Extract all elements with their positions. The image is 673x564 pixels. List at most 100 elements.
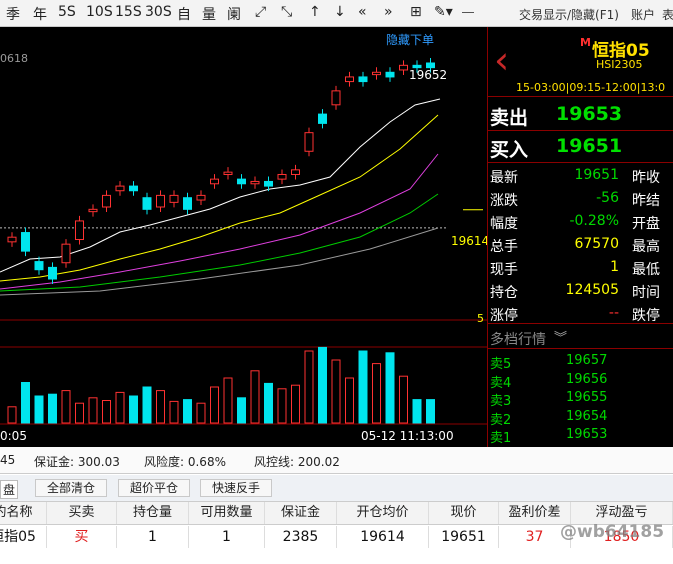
chevron-down-icon[interactable]: ︾ <box>554 327 567 346</box>
double-left-icon[interactable]: « <box>358 4 367 20</box>
candle <box>115 185 125 192</box>
candle <box>264 180 273 187</box>
back-arrow-icon[interactable]: ‹ <box>494 41 509 79</box>
candle <box>223 171 233 175</box>
close-all-button[interactable]: 全部清仓 <box>35 479 107 497</box>
volume-bar <box>291 384 300 424</box>
watermark: @wb64185 <box>560 522 665 542</box>
candle <box>426 62 435 69</box>
column-header[interactable]: 开仓均价 <box>337 502 429 524</box>
depth-label: 卖1 <box>490 431 512 446</box>
table-cell: 买 <box>47 526 117 548</box>
candle <box>21 232 30 252</box>
time-label-right: 05-12 11:13:00 <box>361 429 454 443</box>
volume-bar <box>61 390 71 424</box>
arrow-up-icon[interactable]: ↑ <box>309 4 321 20</box>
stat-label: 现手 <box>490 262 518 278</box>
candle <box>291 169 300 175</box>
kline-chart[interactable]: 隐藏下单 0618 19652 19614 5 0:05 05-12 11:13… <box>0 27 487 447</box>
sell-price[interactable]: 19653 <box>556 103 622 125</box>
table-cell: 19614 <box>337 526 429 548</box>
quick-reverse-button[interactable]: 快速反手 <box>200 479 272 497</box>
column-header[interactable]: 买卖 <box>47 502 117 524</box>
column-header[interactable]: 现价 <box>429 502 499 524</box>
account-fragment: 45 <box>0 453 16 467</box>
stat-label-right: 昨结 <box>632 193 660 209</box>
volume-bar <box>264 382 273 424</box>
custom-period-button[interactable]: 自 <box>177 4 191 24</box>
volume-bar <box>331 359 341 424</box>
candle <box>358 76 368 83</box>
depth-title[interactable]: 多档行情 <box>490 329 546 349</box>
chart-canvas <box>0 58 487 425</box>
grid-icon[interactable]: ⊞ <box>410 4 422 20</box>
depth-price[interactable]: 19653 <box>566 427 607 442</box>
candle <box>277 173 287 180</box>
period-5s-button[interactable]: 5S <box>58 4 76 20</box>
over-price-close-button[interactable]: 超价平仓 <box>118 479 190 497</box>
stat-label-right: 最低 <box>632 262 660 278</box>
toolbar-separator <box>462 12 474 13</box>
stat-value: 124505 <box>565 282 619 298</box>
volume-bar <box>210 386 219 424</box>
double-right-icon[interactable]: » <box>384 4 393 20</box>
column-header[interactable]: 保证金 <box>265 502 337 524</box>
candle <box>129 185 138 192</box>
column-header[interactable]: 持仓量 <box>117 502 189 524</box>
column-header[interactable]: 约名称 <box>0 502 47 524</box>
control-info: 风控线: 200.02 <box>254 455 340 469</box>
sell-label[interactable]: 卖出 <box>490 103 528 130</box>
depth-price[interactable]: 19657 <box>566 353 607 368</box>
period-15s-button[interactable]: 15S <box>115 4 142 20</box>
trade-panel: 45 保证金: 300.03 风险度: 0.68% 风控线: 200.02 盘 … <box>0 447 673 564</box>
candle <box>345 76 354 83</box>
depth-label: 卖3 <box>490 394 512 409</box>
candle <box>399 64 408 71</box>
shrink-icon[interactable]: ⤡ <box>281 4 292 20</box>
risk-info: 风险度: 0.68% <box>144 455 226 469</box>
stat-value: 19651 <box>574 167 619 183</box>
volume-bar <box>426 399 435 424</box>
account-button[interactable]: 账户 <box>631 6 655 23</box>
time-label-left: 0:05 <box>0 429 27 443</box>
volume-bar <box>237 397 246 424</box>
volume-bar <box>129 395 138 424</box>
depth-price[interactable]: 19655 <box>566 390 607 405</box>
candle <box>169 194 179 203</box>
candle <box>34 261 44 271</box>
column-header[interactable]: 可用数量 <box>189 502 265 524</box>
depth-price[interactable]: 19654 <box>566 409 607 424</box>
buy-label[interactable]: 买入 <box>490 135 528 162</box>
divider <box>488 323 673 324</box>
table-cell: 1 <box>117 526 189 548</box>
price-line-label: 19614 <box>451 234 487 248</box>
column-header[interactable]: 浮动盈亏 <box>571 502 673 524</box>
trade-display-toggle[interactable]: 交易显示/隐藏(F1) <box>519 6 619 23</box>
depth-price[interactable]: 19656 <box>566 372 607 387</box>
candle <box>102 194 111 208</box>
buy-price[interactable]: 19651 <box>556 135 622 157</box>
period-30s-button[interactable]: 30S <box>145 4 172 20</box>
arrow-down-icon[interactable]: ↓ <box>334 4 346 20</box>
table-button[interactable]: 表 <box>662 6 673 23</box>
period-season-button[interactable]: 季 <box>6 4 20 24</box>
tab-position[interactable]: 盘 <box>0 480 19 499</box>
draw-tool-icon[interactable]: ✎▾ <box>434 4 453 20</box>
divider <box>488 162 673 163</box>
period-10s-button[interactable]: 10S <box>86 4 113 20</box>
stat-value: 67570 <box>574 236 619 252</box>
volume-button[interactable]: 量 <box>202 4 216 24</box>
stat-label: 涨跌 <box>490 193 518 209</box>
volume-bar <box>102 400 111 424</box>
volume-bar <box>196 402 206 424</box>
column-header[interactable]: 盈利价差 <box>499 502 571 524</box>
candle <box>372 71 381 76</box>
expand-icon[interactable]: ⤢ <box>255 4 266 20</box>
stat-label: 涨停 <box>490 308 518 324</box>
indicator-button[interactable]: 阑 <box>227 4 241 24</box>
stat-label-right: 跌停 <box>632 308 660 324</box>
stat-label-right: 昨收 <box>632 170 660 186</box>
hide-order-link[interactable]: 隐藏下单 <box>386 31 434 48</box>
period-year-button[interactable]: 年 <box>33 4 47 24</box>
ma-line-3 <box>0 153 439 290</box>
